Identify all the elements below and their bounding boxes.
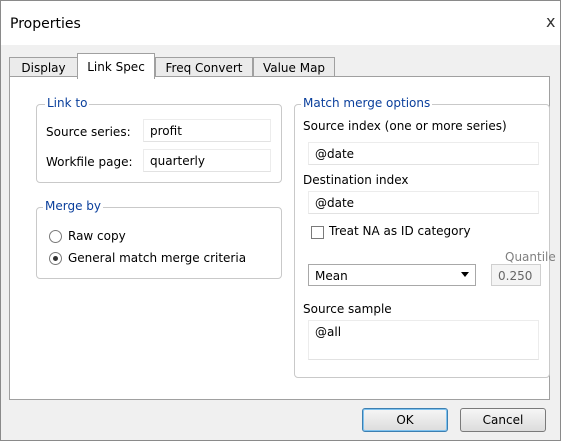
source-series-label: Source series: — [46, 125, 131, 139]
match-merge-options-group: Match merge options Source index (one or… — [294, 96, 556, 378]
title-bar: Properties x — [1, 1, 560, 45]
window-title: Properties — [10, 16, 81, 32]
tab-display[interactable]: Display — [9, 57, 78, 78]
link-to-group: Link to Source series: profit Workfile p… — [36, 96, 282, 183]
source-sample-label: Source sample — [303, 302, 392, 316]
chevron-down-icon[interactable] — [461, 272, 469, 277]
method-select-value: Mean — [315, 269, 348, 283]
tab-value-map[interactable]: Value Map — [253, 57, 335, 78]
merge-by-group: Merge by Raw copy General match merge cr… — [36, 199, 282, 279]
link-to-legend: Link to — [45, 96, 90, 110]
quantile-label: Quantile — [505, 250, 556, 264]
link-spec-panel: Link to Source series: profit Workfile p… — [9, 76, 556, 400]
destination-index-field[interactable]: @date — [308, 191, 539, 214]
cancel-button[interactable]: Cancel — [460, 408, 546, 432]
raw-copy-label[interactable]: Raw copy — [68, 229, 126, 243]
source-index-field[interactable]: @date — [308, 142, 539, 165]
workfile-page-label: Workfile page: — [46, 155, 133, 169]
quantile-field: 0.250 — [491, 264, 541, 286]
close-icon[interactable]: x — [546, 11, 560, 33]
raw-copy-radio[interactable] — [49, 230, 62, 243]
general-match-merge-label[interactable]: General match merge criteria — [68, 251, 246, 265]
match-merge-legend: Match merge options — [301, 96, 433, 110]
source-sample-field[interactable]: @all — [308, 320, 539, 360]
treat-na-label[interactable]: Treat NA as ID category — [329, 224, 471, 238]
merge-by-legend: Merge by — [43, 199, 103, 213]
destination-index-label: Destination index — [303, 173, 409, 187]
properties-dialog: Properties x Display Link Spec Freq Conv… — [0, 0, 561, 441]
method-select[interactable]: Mean — [308, 264, 476, 286]
tab-link-spec[interactable]: Link Spec — [77, 53, 155, 79]
ok-button[interactable]: OK — [362, 408, 448, 432]
workfile-page-field[interactable]: quarterly — [143, 149, 271, 172]
source-index-label: Source index (one or more series) — [303, 119, 507, 133]
treat-na-checkbox[interactable] — [311, 226, 324, 239]
tab-freq-convert[interactable]: Freq Convert — [155, 57, 253, 78]
general-match-merge-radio[interactable] — [49, 252, 62, 265]
source-series-field[interactable]: profit — [143, 119, 271, 142]
